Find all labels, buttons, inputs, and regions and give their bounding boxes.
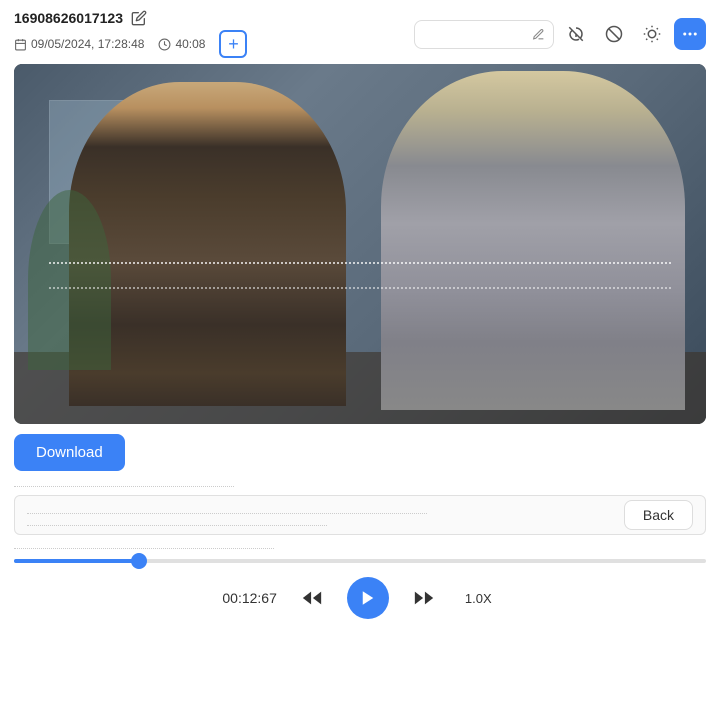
info-line-1 bbox=[14, 477, 234, 487]
text-line-2 bbox=[27, 518, 327, 526]
recording-id: 16908626017123 bbox=[14, 10, 123, 26]
back-button[interactable]: Back bbox=[624, 500, 693, 530]
bg-plant bbox=[28, 190, 111, 370]
block-icon bbox=[605, 25, 623, 43]
pen-icon bbox=[532, 28, 545, 41]
overlay-line-2 bbox=[49, 287, 672, 289]
rewind-button[interactable] bbox=[297, 583, 327, 613]
text-line-1 bbox=[27, 504, 427, 514]
play-button[interactable] bbox=[347, 577, 389, 619]
text-box: Back bbox=[14, 495, 706, 535]
brightness-icon bbox=[643, 25, 661, 43]
header-meta: 09/05/2024, 17:28:48 40:08 + bbox=[14, 30, 247, 58]
clock-icon bbox=[158, 38, 171, 51]
edit-button[interactable] bbox=[131, 10, 147, 26]
info-lines bbox=[0, 477, 720, 487]
hearing-off-icon bbox=[567, 25, 585, 43]
bottom-dotted-line bbox=[14, 539, 274, 549]
more-button[interactable] bbox=[674, 18, 706, 50]
figure-left bbox=[69, 82, 346, 406]
duration-value: 40:08 bbox=[175, 37, 205, 51]
playback-controls: 00:12:67 1.0X bbox=[0, 569, 720, 629]
speed-button[interactable]: 1.0X bbox=[459, 587, 498, 610]
ellipsis-icon bbox=[681, 25, 699, 43]
hearing-off-button[interactable] bbox=[560, 18, 592, 50]
video-player[interactable] bbox=[14, 64, 706, 424]
time-display: 00:12:67 bbox=[222, 590, 277, 606]
video-frame bbox=[14, 64, 706, 424]
rewind-icon bbox=[301, 587, 323, 609]
date-value: 09/05/2024, 17:28:48 bbox=[31, 37, 144, 51]
progress-track bbox=[14, 559, 706, 563]
fastforward-icon bbox=[413, 587, 435, 609]
progress-fill bbox=[14, 559, 139, 563]
date-item: 09/05/2024, 17:28:48 bbox=[14, 37, 144, 51]
duration-item: 40:08 bbox=[158, 37, 205, 51]
add-button[interactable]: + bbox=[219, 30, 247, 58]
search-wrapper bbox=[414, 20, 554, 49]
header-left: 16908626017123 09/05/2024, bbox=[14, 10, 247, 58]
pencil-icon bbox=[131, 10, 147, 26]
header-right bbox=[414, 18, 706, 50]
play-icon bbox=[359, 589, 377, 607]
block-button[interactable] bbox=[598, 18, 630, 50]
figure-right bbox=[381, 71, 685, 409]
id-row: 16908626017123 bbox=[14, 10, 247, 26]
calendar-icon bbox=[14, 38, 27, 51]
brightness-button[interactable] bbox=[636, 18, 668, 50]
overlay-line-1 bbox=[49, 262, 672, 264]
bottom-text-line bbox=[14, 539, 706, 549]
download-button[interactable]: Download bbox=[14, 434, 125, 471]
fastforward-button[interactable] bbox=[409, 583, 439, 613]
progress-bar-container[interactable] bbox=[14, 559, 706, 563]
header: 16908626017123 09/05/2024, bbox=[0, 0, 720, 64]
progress-thumb[interactable] bbox=[131, 553, 147, 569]
